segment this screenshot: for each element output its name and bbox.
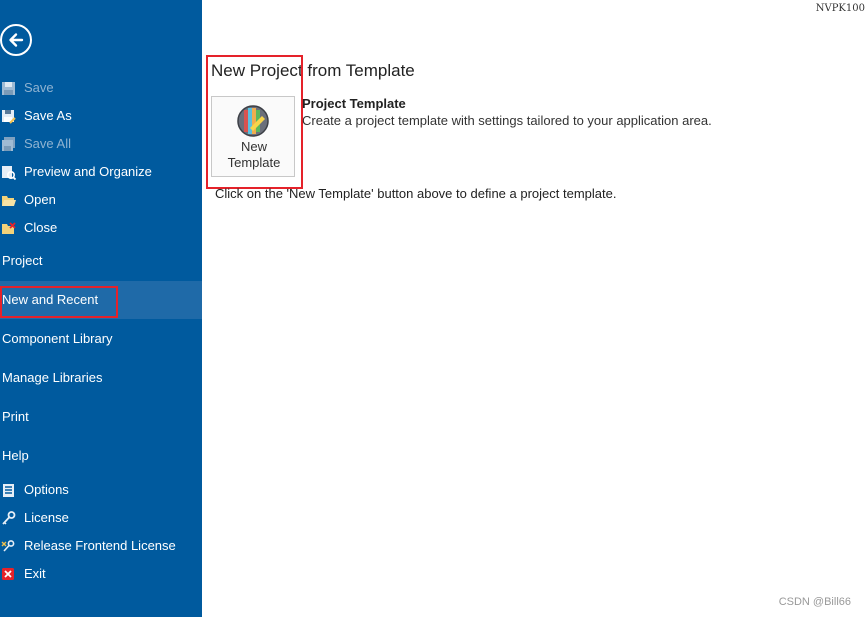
menu-license-label: License bbox=[24, 510, 69, 525]
watermark: CSDN @Bill66 bbox=[778, 596, 851, 608]
section-component-library-label: Component Library bbox=[2, 331, 113, 346]
new-template-label-line2: Template bbox=[227, 155, 281, 170]
preview-organize-icon bbox=[2, 166, 16, 180]
machine-id: NVPK100 bbox=[815, 3, 865, 14]
new-template-label: New Template bbox=[212, 139, 296, 171]
menu-save-all[interactable]: Save All bbox=[0, 131, 202, 157]
menu-close[interactable]: Close bbox=[0, 215, 202, 241]
menu-exit-label: Exit bbox=[24, 566, 46, 581]
options-list-icon bbox=[3, 484, 14, 497]
menu-release-frontend-license-label: Release Frontend License bbox=[24, 538, 176, 553]
template-name: Project Template bbox=[302, 96, 406, 111]
new-template-label-line1: New bbox=[240, 139, 267, 154]
menu-open-label: Open bbox=[24, 192, 56, 207]
backstage-sidebar: Save Save As Save All Preview and Organi… bbox=[0, 0, 202, 617]
new-template-button[interactable]: New Template bbox=[211, 96, 295, 177]
menu-preview-organize-label: Preview and Organize bbox=[24, 164, 152, 179]
floppy-disk-icon bbox=[2, 82, 15, 95]
section-new-and-recent[interactable]: New and Recent bbox=[0, 281, 202, 319]
section-new-and-recent-label: New and Recent bbox=[2, 292, 99, 307]
menu-exit[interactable]: Exit bbox=[0, 561, 202, 587]
menu-save-as-label: Save As bbox=[24, 108, 72, 123]
section-project[interactable]: Project bbox=[0, 242, 202, 280]
page-title: New Project from Template bbox=[211, 61, 415, 80]
menu-save-label: Save bbox=[24, 80, 54, 95]
back-button[interactable] bbox=[0, 24, 32, 56]
release-license-icon bbox=[1, 540, 15, 552]
arrow-left-circle-icon bbox=[9, 33, 24, 47]
template-description: Create a project template with settings … bbox=[302, 113, 712, 128]
menu-close-label: Close bbox=[24, 220, 58, 235]
folder-open-icon bbox=[2, 196, 16, 206]
new-template-icon bbox=[237, 105, 269, 137]
menu-options-label: Options bbox=[24, 482, 69, 497]
section-project-label: Project bbox=[2, 253, 43, 268]
key-icon bbox=[2, 511, 16, 525]
menu-release-frontend-license[interactable]: Release Frontend License bbox=[0, 533, 202, 559]
menu-open[interactable]: Open bbox=[0, 187, 202, 213]
menu-save-all-label: Save All bbox=[24, 136, 71, 151]
section-manage-libraries[interactable]: Manage Libraries bbox=[0, 359, 202, 397]
floppy-disk-edit-icon bbox=[2, 110, 16, 124]
section-help-label: Help bbox=[2, 448, 29, 463]
floppy-disks-icon bbox=[2, 137, 15, 151]
menu-options[interactable]: Options bbox=[0, 477, 202, 503]
folder-close-icon bbox=[2, 222, 16, 234]
section-manage-libraries-label: Manage Libraries bbox=[2, 370, 103, 385]
instruction-text: Click on the 'New Template' button above… bbox=[215, 186, 617, 201]
section-print[interactable]: Print bbox=[0, 398, 202, 436]
menu-preview-organize[interactable]: Preview and Organize bbox=[0, 159, 202, 185]
section-print-label: Print bbox=[2, 409, 29, 424]
exit-x-icon bbox=[2, 568, 14, 580]
menu-license[interactable]: License bbox=[0, 505, 202, 531]
section-help[interactable]: Help bbox=[0, 437, 202, 475]
section-component-library[interactable]: Component Library bbox=[0, 320, 202, 358]
menu-save-as[interactable]: Save As bbox=[0, 103, 202, 129]
menu-save[interactable]: Save bbox=[0, 75, 202, 101]
